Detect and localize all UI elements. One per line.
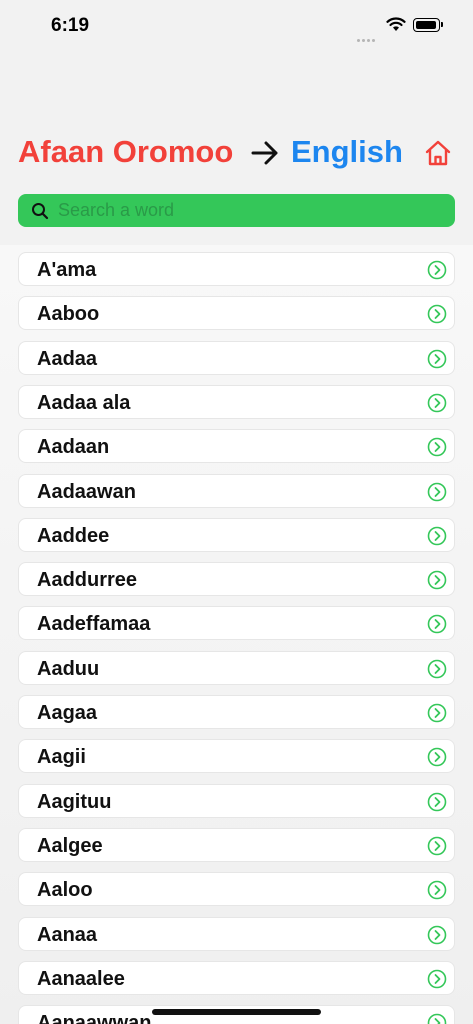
word-label: A'ama <box>37 259 97 281</box>
word-list[interactable]: A'ama Aaboo Aadaa Aadaa ala Aadaan Aadaawan Aa… <box>0 245 473 1024</box>
list-item[interactable]: Aalgee <box>18 827 455 862</box>
word-label: Aadaan <box>37 436 110 459</box>
list-item[interactable]: Aagaa <box>18 695 455 729</box>
chevron-right-circle-icon[interactable] <box>427 482 447 507</box>
list-item[interactable]: Aaboo <box>18 296 455 331</box>
search-bar[interactable] <box>18 194 455 227</box>
list-item[interactable]: A'ama <box>18 252 455 286</box>
home-indicator <box>152 1009 321 1015</box>
chevron-right-circle-icon[interactable] <box>427 969 447 994</box>
word-label: Aagituu <box>37 790 112 813</box>
arrow-right-icon <box>251 141 278 165</box>
list-item[interactable]: Aadaa ala <box>18 384 455 419</box>
list-item[interactable]: Aadeffamaa <box>18 606 455 641</box>
word-label: Aadeffamaa <box>37 613 151 636</box>
target-language-title: English <box>291 134 403 169</box>
word-label: Aalgee <box>37 834 103 857</box>
word-label: Aadaa <box>37 347 98 370</box>
word-label: Aaboo <box>37 303 100 326</box>
chevron-right-circle-icon[interactable] <box>427 526 447 551</box>
word-label: Aaddee <box>37 524 110 547</box>
chevron-right-circle-icon[interactable] <box>427 747 447 772</box>
battery-icon <box>413 18 443 32</box>
list-item[interactable]: Aadaa <box>18 340 455 375</box>
chevron-right-circle-icon[interactable] <box>427 659 447 684</box>
chevron-right-circle-icon[interactable] <box>427 614 447 639</box>
list-item[interactable]: Aanaalee <box>18 960 455 995</box>
list-item[interactable]: Aaddurree <box>18 562 455 597</box>
word-label: Aagii <box>37 746 86 769</box>
chevron-right-circle-icon[interactable] <box>427 880 447 905</box>
search-icon <box>32 203 49 220</box>
list-item[interactable]: Aaddee <box>18 517 455 552</box>
word-label: Aadaawan <box>37 480 136 503</box>
signal-dots-icon <box>357 29 377 47</box>
chevron-right-circle-icon[interactable] <box>427 703 447 728</box>
chevron-right-circle-icon[interactable] <box>427 792 447 817</box>
list-item[interactable]: Aaloo <box>18 872 455 907</box>
home-icon[interactable] <box>424 139 452 167</box>
source-language-title: Afaan Oromoo <box>18 134 234 169</box>
chevron-right-circle-icon[interactable] <box>427 1013 447 1024</box>
chevron-right-circle-icon[interactable] <box>427 260 447 285</box>
word-label: Aaduu <box>37 657 100 680</box>
status-time: 6:19 <box>51 15 90 36</box>
word-label: Aanaa <box>37 923 98 946</box>
word-label: Aagaa <box>37 702 98 724</box>
chevron-right-circle-icon[interactable] <box>427 437 447 462</box>
word-label: Aadaa ala <box>37 391 131 414</box>
search-input[interactable] <box>58 194 448 227</box>
word-label: Aanaalee <box>37 967 125 990</box>
list-item[interactable]: Aanaa <box>18 916 455 951</box>
chevron-right-circle-icon[interactable] <box>427 393 447 418</box>
list-item[interactable]: Aadaawan <box>18 473 455 508</box>
chevron-right-circle-icon[interactable] <box>427 304 447 329</box>
word-label: Aaloo <box>37 879 93 902</box>
wifi-icon <box>386 17 406 31</box>
status-bar: 6:19 <box>0 0 473 54</box>
chevron-right-circle-icon[interactable] <box>427 570 447 595</box>
list-item[interactable]: Aagituu <box>18 783 455 818</box>
chevron-right-circle-icon[interactable] <box>427 925 447 950</box>
list-item[interactable]: Aadaan <box>18 429 455 464</box>
header: Afaan Oromoo English <box>18 134 458 176</box>
list-item[interactable]: Aaduu <box>18 650 455 685</box>
chevron-right-circle-icon[interactable] <box>427 836 447 861</box>
list-item[interactable]: Aagii <box>18 739 455 774</box>
word-label: Aaddurree <box>37 569 138 592</box>
chevron-right-circle-icon[interactable] <box>427 349 447 374</box>
word-label: Aanaawwan <box>37 1012 152 1024</box>
